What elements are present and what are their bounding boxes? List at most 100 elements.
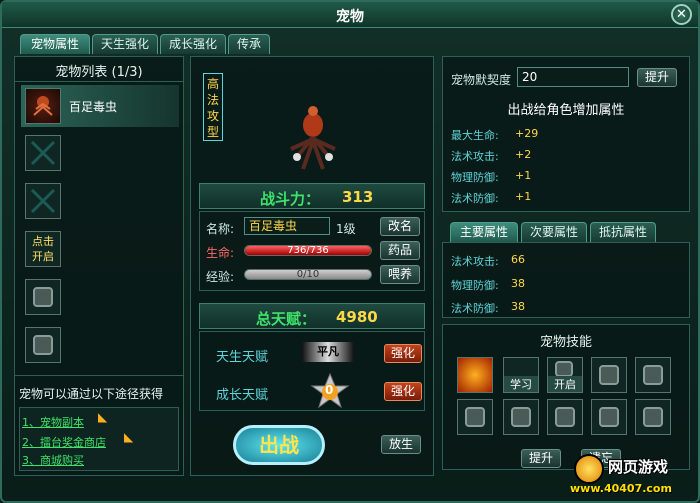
attr-value: 38: [511, 277, 525, 290]
bond-raise-button[interactable]: 提升: [637, 68, 677, 87]
pet-type-badge: 高 法 攻 型: [203, 73, 223, 141]
tab-inheritance[interactable]: 传承: [228, 34, 270, 54]
locked-pet-slot: [25, 327, 61, 363]
lock-icon: [33, 335, 53, 355]
born-grade-badge: 平凡: [302, 342, 354, 362]
source-title: 宠物可以通过以下途径获得: [19, 387, 164, 401]
attr-panel: 法术攻击: 66 物理防御: 38 法术防御: 38: [442, 242, 690, 318]
talent-total-value: 4980: [336, 308, 378, 326]
mascot-icon: [574, 454, 604, 484]
pet-name-field[interactable]: 百足毒虫: [244, 217, 330, 235]
rename-button[interactable]: 改名: [380, 217, 420, 236]
watermark-url: www.40407.com: [570, 482, 672, 495]
lock-icon: [511, 407, 531, 427]
pet-name-label: 百足毒虫: [69, 100, 118, 114]
window-title: 宠物: [336, 9, 364, 25]
pet-list-item[interactable]: 百足毒虫: [21, 85, 179, 127]
lock-icon: [643, 407, 663, 427]
bonus-row: 物理防御: +1: [451, 169, 532, 184]
attr-label: 法术防御:: [451, 302, 499, 315]
empty-pet-slot[interactable]: [25, 183, 61, 219]
attr-value: 38: [511, 300, 525, 313]
skills-panel: 宠物技能 学习 开启 提升 遗忘: [442, 324, 690, 470]
tab-pet-attributes[interactable]: 宠物属性: [20, 34, 90, 54]
locked-skill-slot: [635, 399, 671, 435]
bond-panel: 宠物默契度 20 提升 出战给角色增加属性 最大生命: +29 法术攻击: +2 物…: [442, 56, 690, 212]
bonus-row: 法术防御: +1: [451, 190, 532, 205]
potion-button[interactable]: 药品: [380, 241, 420, 260]
exp-label: 经验:: [206, 270, 235, 284]
pet-model-image: [290, 106, 336, 170]
skill-slot[interactable]: 学习: [503, 357, 539, 393]
open-button[interactable]: 开启: [548, 376, 582, 392]
skill-fire-icon[interactable]: [457, 357, 493, 393]
name-label: 名称:: [206, 222, 235, 236]
lock-icon: [643, 365, 663, 385]
close-icon[interactable]: ✕: [671, 4, 692, 25]
pet-info-box: 名称: 百足毒虫 1级 改名 生命: 736/736 药品 经验: 0/10 喂…: [199, 211, 425, 291]
unlock-slot-button[interactable]: 点击 开启: [25, 231, 61, 267]
locked-skill-slot: [591, 399, 627, 435]
growth-strengthen-button[interactable]: 强化: [384, 382, 422, 401]
fight-button[interactable]: 出战: [233, 425, 325, 465]
attr-label: 法术攻击:: [451, 255, 499, 268]
title-bar[interactable]: 宠物 ✕: [2, 2, 698, 28]
locked-skill-slot: [503, 399, 539, 435]
hp-label: 生命:: [206, 246, 235, 260]
lock-icon: [555, 361, 573, 377]
bond-value-field: 20: [517, 67, 629, 87]
lock-icon: [555, 407, 575, 427]
talent-total-row: 总天赋： 4980: [199, 303, 425, 329]
born-strengthen-button[interactable]: 强化: [384, 344, 422, 363]
tab-growth-strengthen[interactable]: 成长强化: [160, 34, 226, 54]
lock-icon: [465, 407, 485, 427]
bonus-row: 最大生命: +29: [451, 127, 539, 142]
skills-title: 宠物技能: [539, 335, 592, 350]
source-link-mall[interactable]: 3、商城购买: [22, 452, 84, 468]
learn-button[interactable]: 学习: [504, 376, 538, 392]
tab-born-strengthen[interactable]: 天生强化: [92, 34, 158, 54]
exp-text: 0/10: [296, 269, 320, 280]
attr-value: 66: [511, 253, 525, 266]
power-value: 313: [342, 188, 374, 206]
tab-secondary-attrs[interactable]: 次要属性: [521, 222, 587, 242]
growth-talent-label: 成长天赋: [216, 388, 269, 403]
level-text: 1级: [336, 222, 356, 236]
pet-list-title: 宠物列表 (1/3): [55, 65, 143, 80]
exp-bar: 0/10: [244, 269, 372, 280]
pet-window: 宠物 ✕ 宠物属性 天生强化 成长强化 传承 宠物列表 (1/3) 百足毒虫 点…: [0, 0, 700, 503]
talent-total-label: 总天赋：: [256, 310, 317, 328]
pet-avatar-icon: [25, 88, 61, 124]
bonus-row: 法术攻击: +2: [451, 148, 532, 163]
pointer-icon: ◣: [98, 410, 108, 424]
watermark-brand: 网页游戏: [608, 458, 669, 476]
bond-label: 宠物默契度: [451, 73, 512, 87]
hp-bar: 736/736: [244, 245, 372, 256]
power-label: 战斗力：: [260, 190, 321, 208]
lock-icon: [33, 287, 53, 307]
source-link-arena-shop[interactable]: 2、擂台奖金商店: [22, 434, 106, 450]
source-link-pet-dungeon[interactable]: 1、宠物副本: [22, 414, 84, 430]
born-talent-label: 天生天赋: [216, 350, 269, 365]
bonus-list: 最大生命: +29 法术攻击: +2 物理防御: +1 法术防御: +1: [451, 127, 681, 211]
lock-icon: [599, 407, 619, 427]
locked-skill-slot: [457, 399, 493, 435]
locked-pet-slot: [25, 279, 61, 315]
tab-resist-attrs[interactable]: 抵抗属性: [590, 222, 656, 242]
lock-icon: [599, 365, 619, 385]
skill-raise-button[interactable]: 提升: [521, 449, 561, 468]
attr-label: 物理防御:: [451, 279, 499, 292]
release-button[interactable]: 放生: [381, 435, 421, 454]
empty-pet-slot[interactable]: [25, 135, 61, 171]
pointer-icon: ◣: [124, 430, 134, 444]
locked-skill-slot: [547, 399, 583, 435]
pet-list-panel: 宠物列表 (1/3) 百足毒虫 点击 开启 宠物可以通过以下途径获得 1、宠物副…: [14, 56, 184, 476]
feed-button[interactable]: 喂养: [380, 265, 420, 284]
site-watermark-logo: 网页游戏 www.40407.com: [568, 454, 696, 500]
skill-slot[interactable]: 开启: [547, 357, 583, 393]
pet-detail-panel: 高 法 攻 型 战斗力： 313 名称: 百足毒虫 1级 改名 生命: 736/…: [190, 56, 434, 476]
locked-skill-slot: [591, 357, 627, 393]
tab-main-attrs[interactable]: 主要属性: [450, 222, 518, 242]
power-row: 战斗力： 313: [199, 183, 425, 209]
bonus-title: 出战给角色增加属性: [507, 103, 625, 118]
